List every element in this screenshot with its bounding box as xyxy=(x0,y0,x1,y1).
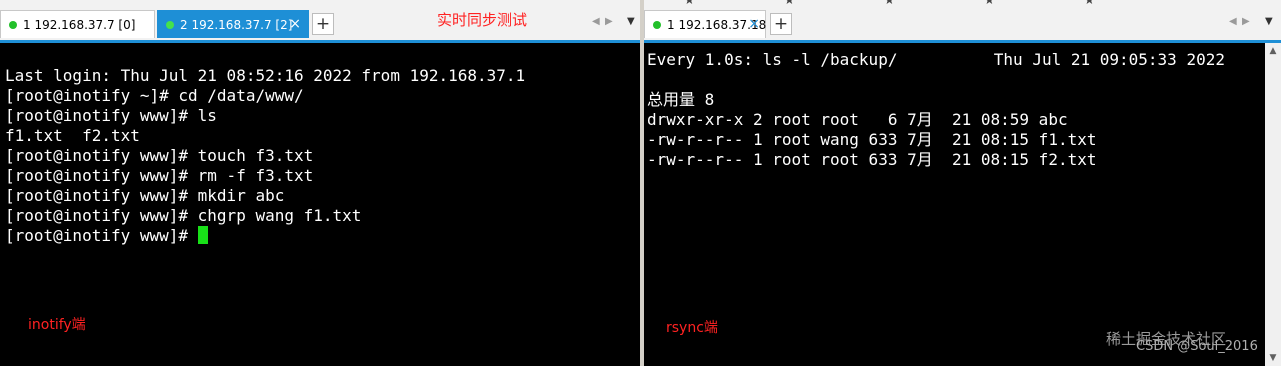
prompt-text: [root@inotify www]# xyxy=(5,226,198,245)
terminal-line: -rw-r--r-- 1 root root 633 7月 21 08:15 f… xyxy=(647,150,1097,169)
annotation-inotify: inotify端 xyxy=(28,317,86,333)
tab-menu-icon[interactable]: ▼ xyxy=(1265,16,1273,27)
cursor-icon xyxy=(197,226,208,244)
bookmark-item[interactable]: ★ xyxy=(1084,0,1099,7)
scroll-down-icon[interactable]: ▼ xyxy=(1265,350,1281,366)
watermark-csdn: CSDN @Soul_2016 xyxy=(1136,339,1258,354)
annotation-rsync: rsync端 xyxy=(666,320,718,336)
terminal-prompt-line: [root@inotify www]# xyxy=(5,226,208,246)
star-icon: ★ xyxy=(684,0,695,7)
terminal-output[interactable]: Last login: Thu Jul 21 08:52:16 2022 fro… xyxy=(0,43,640,366)
connected-status-icon xyxy=(166,20,174,29)
nav-next-icon[interactable]: ▶ xyxy=(605,16,613,27)
tab-session-2[interactable]: 2 192.168.37.7 [2] × xyxy=(157,10,309,38)
terminal-line: drwxr-xr-x 2 root root 6 7月 21 08:59 abc xyxy=(647,110,1068,129)
star-icon: ★ xyxy=(984,0,995,7)
terminal-scrollbar[interactable]: ▲ ▼ xyxy=(1265,43,1281,366)
tab-label: 2 192.168.37.7 [2] xyxy=(180,17,293,32)
nav-prev-icon[interactable]: ◀ xyxy=(1229,16,1237,27)
add-tab-button[interactable]: + xyxy=(770,13,792,35)
terminal-line: [root@inotify ~]# cd /data/www/ xyxy=(5,86,304,105)
terminal-line: -rw-r--r-- 1 root wang 633 7月 21 08:15 f… xyxy=(647,130,1097,149)
right-session-pane: ★ ★ ★ ★ ★ 1 192.168.37.18 × + ◀ ▶ ▼ Ever… xyxy=(644,0,1281,366)
left-tab-bar: 1 192.168.37.7 [0] 2 192.168.37.7 [2] × … xyxy=(0,0,640,40)
star-icon: ★ xyxy=(884,0,895,7)
bookmark-item[interactable]: ★ xyxy=(684,0,699,7)
terminal-line: [root@inotify www]# chgrp wang f1.txt xyxy=(5,206,362,225)
star-icon: ★ xyxy=(784,0,795,7)
terminal-line: f1.txt f2.txt xyxy=(5,126,140,145)
terminal-output[interactable]: Every 1.0s: ls -l /backup/ Thu Jul 21 09… xyxy=(644,43,1281,366)
terminal-line: 总用量 8 xyxy=(647,90,715,109)
bookmark-item[interactable]: ★ xyxy=(784,0,799,7)
terminal-line: [root@inotify www]# touch f3.txt xyxy=(5,146,314,165)
right-tab-bar: ★ ★ ★ ★ ★ 1 192.168.37.18 × + ◀ ▶ ▼ xyxy=(644,0,1281,40)
nav-prev-icon[interactable]: ◀ xyxy=(592,16,600,27)
terminal-line: Every 1.0s: ls -l /backup/ Thu Jul 21 09… xyxy=(647,50,1225,69)
connected-status-icon xyxy=(9,20,17,29)
close-icon[interactable]: × xyxy=(289,16,301,32)
nav-next-icon[interactable]: ▶ xyxy=(1242,16,1250,27)
close-icon[interactable]: × xyxy=(748,16,760,32)
tab-label: 1 192.168.37.7 [0] xyxy=(23,17,136,32)
tab-session-1[interactable]: 1 192.168.37.18 × xyxy=(644,10,766,38)
left-session-pane: 1 192.168.37.7 [0] 2 192.168.37.7 [2] × … xyxy=(0,0,640,366)
annotation-title: 实时同步测试 xyxy=(437,11,528,29)
add-tab-button[interactable]: + xyxy=(312,13,334,35)
tab-menu-icon[interactable]: ▼ xyxy=(627,16,635,27)
connected-status-icon xyxy=(653,20,661,29)
star-icon: ★ xyxy=(1084,0,1095,7)
terminal-line: [root@inotify www]# ls xyxy=(5,106,217,125)
bookmark-item[interactable]: ★ xyxy=(984,0,999,7)
tab-session-1[interactable]: 1 192.168.37.7 [0] xyxy=(0,10,155,38)
terminal-line: [root@inotify www]# mkdir abc xyxy=(5,186,285,205)
scroll-up-icon[interactable]: ▲ xyxy=(1265,43,1281,59)
terminal-line: [root@inotify www]# rm -f f3.txt xyxy=(5,166,314,185)
terminal-line: Last login: Thu Jul 21 08:52:16 2022 fro… xyxy=(5,66,526,85)
bookmark-item[interactable]: ★ xyxy=(884,0,899,7)
